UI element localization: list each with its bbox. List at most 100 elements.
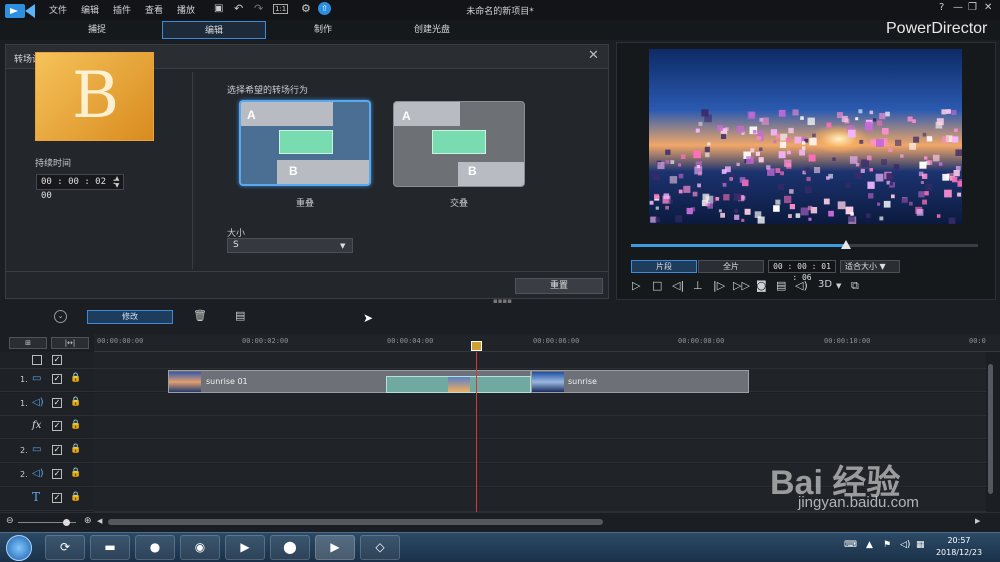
settings-gear-icon[interactable]: ⚙	[301, 2, 311, 15]
lock-icon[interactable]: 🔒	[70, 420, 81, 430]
pixel-square	[869, 168, 873, 172]
tab-capture[interactable]: 捕捉	[45, 21, 149, 39]
stop-icon[interactable]: □	[652, 279, 662, 292]
undock-preview-icon[interactable]: ⧉	[851, 279, 859, 293]
help-icon[interactable]: ?	[939, 2, 944, 13]
menu-plugins[interactable]: 插件	[113, 3, 131, 16]
scrollbar-thumb[interactable]	[988, 364, 993, 494]
fast-forward-icon[interactable]: ▷▷	[733, 279, 750, 292]
enable-all-checkbox[interactable]: ✓	[52, 355, 62, 365]
zoom-slider-handle[interactable]	[63, 519, 70, 526]
pixel-square	[788, 214, 792, 218]
preview-video[interactable]	[649, 49, 962, 224]
minimize-icon[interactable]: —	[953, 2, 963, 13]
taskbar-app-recorder-icon[interactable]: ⬤	[270, 535, 310, 560]
restore-icon[interactable]: ❐	[968, 2, 977, 13]
pixel-square	[675, 215, 683, 223]
pixel-square	[936, 118, 944, 126]
clock-date[interactable]: 2018/12/23	[930, 548, 988, 557]
clip-mode-button[interactable]: 片段	[631, 260, 697, 273]
previous-frame-icon[interactable]: ◁|	[672, 279, 684, 292]
track-enable-checkbox[interactable]: ✓	[52, 445, 62, 455]
track-manager-icon[interactable]: ⊞	[9, 337, 47, 349]
scroll-left-icon[interactable]: ◀	[97, 517, 102, 525]
preview-timecode[interactable]: 00 : 00 : 01 : 06	[768, 260, 836, 282]
zoom-in-icon[interactable]: ⊕	[84, 516, 92, 526]
taskbar-app-powerdirector-icon[interactable]: ▶	[315, 535, 355, 560]
track-enable-checkbox[interactable]: ✓	[52, 493, 62, 503]
tray-keyboard-icon[interactable]: ⌨	[844, 540, 857, 550]
undo-icon[interactable]: ↶	[234, 2, 243, 15]
chevron-down-icon[interactable]: ▼	[836, 282, 841, 290]
tab-edit[interactable]: 编辑	[162, 21, 266, 39]
pixel-square	[767, 168, 775, 176]
movie-mode-button[interactable]: 全片	[698, 260, 764, 273]
start-button[interactable]	[6, 535, 32, 561]
tray-expand-icon[interactable]: ▲	[866, 540, 873, 550]
fit-timeline-icon[interactable]: |↔|	[51, 337, 89, 349]
pixel-square	[766, 165, 771, 170]
scroll-right-icon[interactable]: ▶	[975, 517, 980, 525]
zoom-out-icon[interactable]: ⊖	[6, 516, 14, 526]
edit-note-icon[interactable]: ▤	[235, 309, 245, 322]
duration-spinner-icon[interactable]: ▲ ▼	[112, 175, 122, 189]
upgrade-icon[interactable]: ⇧	[318, 2, 331, 15]
split-icon[interactable]: ⊥	[693, 279, 703, 292]
taskbar-app-media-icon[interactable]: ▶	[225, 535, 265, 560]
taskbar-app-folder-icon[interactable]: ▬	[90, 535, 130, 560]
taskbar-app-firefox-icon[interactable]: ◉	[180, 535, 220, 560]
tray-security-icon[interactable]: ⚑	[883, 540, 891, 550]
expand-chevron-icon[interactable]: ⌄	[54, 310, 67, 323]
track-enable-checkbox[interactable]: ✓	[52, 469, 62, 479]
3d-mode-button[interactable]: 3D	[818, 279, 832, 290]
save-icon[interactable]: ▣	[214, 3, 223, 14]
close-icon[interactable]: ✕	[984, 2, 992, 13]
track-enable-checkbox[interactable]: ✓	[52, 374, 62, 384]
tray-volume-icon[interactable]: ◁)	[900, 540, 910, 550]
menu-file[interactable]: 文件	[49, 3, 67, 16]
pixel-square	[942, 136, 949, 143]
playhead-handle[interactable]	[471, 341, 482, 351]
track-enable-checkbox[interactable]: ✓	[52, 421, 62, 431]
menu-view[interactable]: 查看	[145, 3, 163, 16]
modify-button[interactable]: 修改	[87, 310, 173, 324]
zoom-ratio-icon[interactable]: 1:1	[273, 4, 289, 14]
select-all-checkbox[interactable]	[32, 355, 42, 365]
duration-input[interactable]: 00 : 00 : 02 : 00	[36, 174, 124, 201]
clock-time[interactable]: 20:57	[930, 536, 988, 545]
reset-button[interactable]: 重置	[515, 278, 603, 294]
trash-icon[interactable]: 🗑	[193, 309, 207, 322]
volume-icon[interactable]: ◁)	[795, 279, 808, 292]
lock-icon[interactable]: 🔒	[70, 373, 81, 383]
horizontal-scrollbar-thumb[interactable]	[108, 519, 603, 525]
taskbar-app-notes-icon[interactable]: ◇	[360, 535, 400, 560]
taskbar-app-qq-icon[interactable]: ●	[135, 535, 175, 560]
lock-icon[interactable]: 🔒	[70, 492, 81, 502]
play-icon[interactable]: ▷	[632, 279, 640, 292]
tab-create-disc[interactable]: 创建光盘	[380, 21, 484, 39]
fit-size-select[interactable]: 适合大小 ▼	[840, 260, 900, 273]
snapshot-camera-icon[interactable]: ◙	[756, 279, 767, 292]
behavior-overlap-option[interactable]: A B	[239, 100, 371, 186]
chevron-down-icon[interactable]: ▼	[340, 242, 345, 250]
pixel-square	[800, 116, 804, 120]
taskbar-app-360-icon[interactable]: ⟳	[45, 535, 85, 560]
track-enable-checkbox[interactable]: ✓	[52, 398, 62, 408]
behavior-cross-option[interactable]: A B	[393, 101, 525, 187]
pixel-square	[926, 136, 933, 142]
lock-icon[interactable]: 🔒	[70, 444, 81, 454]
menu-edit[interactable]: 编辑	[81, 3, 99, 16]
subtitle-icon[interactable]: ▤	[776, 279, 786, 292]
splitter-grip-icon[interactable]: ▪▪▪▪	[493, 297, 512, 305]
tray-network-icon[interactable]: ▦	[916, 540, 925, 550]
tab-produce[interactable]: 制作	[271, 21, 375, 39]
pixel-square	[652, 173, 660, 181]
menu-play[interactable]: 播放	[177, 3, 195, 16]
size-select[interactable]: S	[227, 238, 353, 253]
lock-icon[interactable]: 🔒	[70, 468, 81, 478]
next-frame-icon[interactable]: |▷	[713, 279, 725, 292]
lock-icon[interactable]: 🔒	[70, 397, 81, 407]
redo-icon[interactable]: ↷	[254, 2, 263, 15]
preview-scrubber-handle[interactable]	[841, 240, 852, 249]
panel-close-icon[interactable]: ✕	[588, 48, 599, 63]
